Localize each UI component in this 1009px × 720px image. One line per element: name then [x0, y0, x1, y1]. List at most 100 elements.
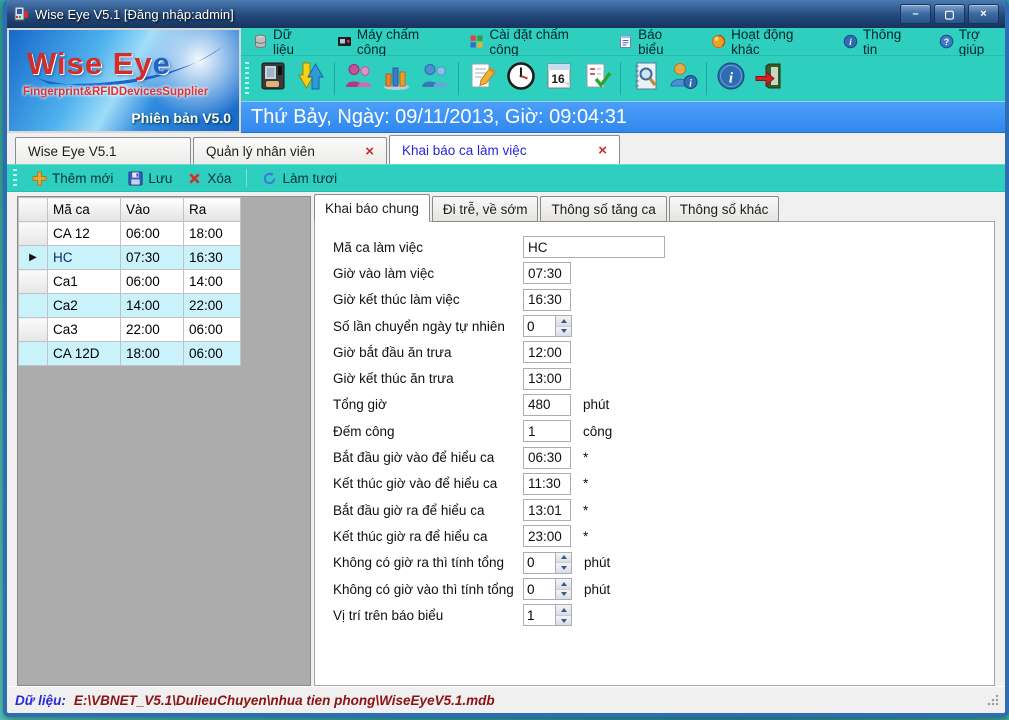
save-button[interactable]: Lưu: [128, 171, 172, 186]
detail-tab-0[interactable]: Khai báo chung: [314, 194, 430, 222]
minimize-button[interactable]: –: [900, 4, 931, 24]
toolbar-button-2[interactable]: [342, 62, 375, 96]
spin-up-icon[interactable]: [556, 316, 571, 326]
form-field-input[interactable]: [523, 446, 571, 469]
row-selector[interactable]: [18, 293, 48, 318]
document-tab-2[interactable]: Khai báo ca làm việc ×: [389, 135, 620, 164]
row-selector[interactable]: [18, 341, 48, 366]
spin-up-icon[interactable]: [556, 579, 571, 589]
detail-tab-1[interactable]: Đi trễ, về sớm: [431, 196, 539, 222]
spin-down-icon[interactable]: [556, 562, 571, 573]
form-field-input[interactable]: [523, 499, 571, 522]
form-field-input[interactable]: [524, 605, 555, 626]
cell-ma-ca[interactable]: Ca1: [47, 269, 121, 294]
toolbar-button-8[interactable]: [580, 62, 613, 96]
menu-item-label: Trợ giúp: [958, 26, 985, 57]
maximize-button[interactable]: ▢: [934, 4, 965, 24]
detail-tab-2[interactable]: Thông số tăng ca: [540, 196, 667, 222]
table-row[interactable]: CA 12 06:00 18:00: [18, 221, 241, 246]
form-field-input[interactable]: [523, 472, 571, 495]
refresh-button[interactable]: Làm tươi: [262, 171, 337, 186]
row-selector[interactable]: ▶: [18, 245, 48, 270]
form-field-input[interactable]: [523, 236, 665, 259]
spin-down-icon[interactable]: [556, 325, 571, 337]
menu-item-5[interactable]: i Thông tin: [843, 27, 915, 57]
logo-brand-accent: e: [152, 46, 171, 81]
form-field-input[interactable]: [523, 420, 571, 443]
toolbar-button-7[interactable]: 16: [542, 62, 575, 96]
cell-vao[interactable]: 07:30: [120, 245, 184, 270]
cell-vao[interactable]: 14:00: [120, 293, 184, 318]
table-row[interactable]: Ca3 22:00 06:00: [18, 317, 241, 342]
cell-ra[interactable]: 14:00: [183, 269, 241, 294]
form-row-13: Không có giờ vào thì tính tổng phút: [333, 576, 994, 602]
toolbar-button-3[interactable]: [380, 62, 413, 96]
tab-close-icon[interactable]: ×: [365, 144, 374, 159]
menu-item-1[interactable]: Máy chấm công: [337, 27, 446, 57]
toolbar-button-5[interactable]: [466, 62, 499, 96]
employees-icon: [344, 61, 374, 96]
row-selector[interactable]: [18, 269, 48, 294]
spin-up-icon[interactable]: [556, 605, 571, 615]
cell-ra[interactable]: 16:30: [183, 245, 241, 270]
table-row[interactable]: ▶ HC 07:30 16:30: [18, 245, 241, 270]
toolbar-button-9[interactable]: [628, 62, 661, 96]
form-field-input[interactable]: [523, 341, 571, 364]
form-field-input[interactable]: [524, 579, 555, 599]
menu-item-2[interactable]: Cài đặt chấm công: [469, 27, 594, 57]
document-tab-1[interactable]: Quản lý nhân viên ×: [193, 137, 387, 164]
form-field-input[interactable]: [523, 262, 571, 285]
toolbar-button-4[interactable]: [418, 62, 451, 96]
logo-brand: Wise Eye: [27, 46, 171, 81]
cell-vao[interactable]: 06:00: [120, 269, 184, 294]
cell-vao[interactable]: 22:00: [120, 317, 184, 342]
toolbar-button-10[interactable]: i: [666, 62, 699, 96]
cell-ma-ca[interactable]: CA 12D: [47, 341, 121, 366]
toolbar-button-1[interactable]: [294, 62, 327, 96]
delete-button[interactable]: Xóa: [187, 171, 231, 186]
column-header-1[interactable]: Vào: [120, 197, 184, 222]
spin-up-icon[interactable]: [556, 552, 571, 563]
logo-version: Phiên bản V5.0: [131, 110, 231, 126]
cell-ra[interactable]: 06:00: [183, 317, 241, 342]
spin-down-icon[interactable]: [556, 614, 571, 626]
cell-ra[interactable]: 18:00: [183, 221, 241, 246]
column-header-2[interactable]: Ra: [183, 197, 241, 222]
menu-item-4[interactable]: Hoạt động khác: [711, 27, 819, 57]
table-row[interactable]: CA 12D 18:00 06:00: [18, 341, 241, 366]
form-field-input[interactable]: [523, 367, 571, 390]
form-field-input[interactable]: [524, 316, 555, 337]
cell-ma-ca[interactable]: Ca2: [47, 293, 121, 318]
toolbar-button-6[interactable]: [504, 62, 537, 96]
column-header-0[interactable]: Mã ca: [47, 197, 121, 222]
form-field-input[interactable]: [524, 552, 555, 573]
cell-ra[interactable]: 22:00: [183, 293, 241, 318]
row-selector[interactable]: [18, 317, 48, 342]
detail-tab-3[interactable]: Thông số khác: [668, 196, 780, 222]
cell-ma-ca[interactable]: Ca3: [47, 317, 121, 342]
toolbar-button-0[interactable]: [256, 62, 289, 96]
tab-close-icon[interactable]: ×: [598, 143, 607, 158]
row-selector[interactable]: [18, 221, 48, 246]
menu-item-3[interactable]: Báo biểu: [618, 27, 687, 57]
table-row[interactable]: Ca1 06:00 14:00: [18, 269, 241, 294]
menu-item-6[interactable]: ? Trợ giúp: [939, 27, 1005, 57]
cell-vao[interactable]: 06:00: [120, 221, 184, 246]
resize-grip[interactable]: [987, 694, 999, 706]
close-button[interactable]: ×: [968, 4, 999, 24]
cell-vao[interactable]: 18:00: [120, 341, 184, 366]
form-field-input[interactable]: [523, 525, 571, 548]
spin-down-icon[interactable]: [556, 588, 571, 599]
document-tab-0[interactable]: Wise Eye V5.1: [15, 137, 191, 164]
form-field-input[interactable]: [523, 393, 571, 416]
cell-ra[interactable]: 06:00: [183, 341, 241, 366]
cell-ma-ca[interactable]: HC: [47, 245, 121, 270]
toolbar-button-12[interactable]: [752, 62, 785, 96]
toolbar-button-11[interactable]: i: [714, 62, 747, 96]
cell-ma-ca[interactable]: CA 12: [47, 221, 121, 246]
menu-item-0[interactable]: Dữ liệu: [253, 27, 313, 57]
add-new-button[interactable]: Thêm mới: [32, 171, 113, 186]
form-field-label: Giờ kết thúc ăn trưa: [333, 371, 454, 387]
table-row[interactable]: Ca2 14:00 22:00: [18, 293, 241, 318]
form-field-input[interactable]: [523, 288, 571, 311]
